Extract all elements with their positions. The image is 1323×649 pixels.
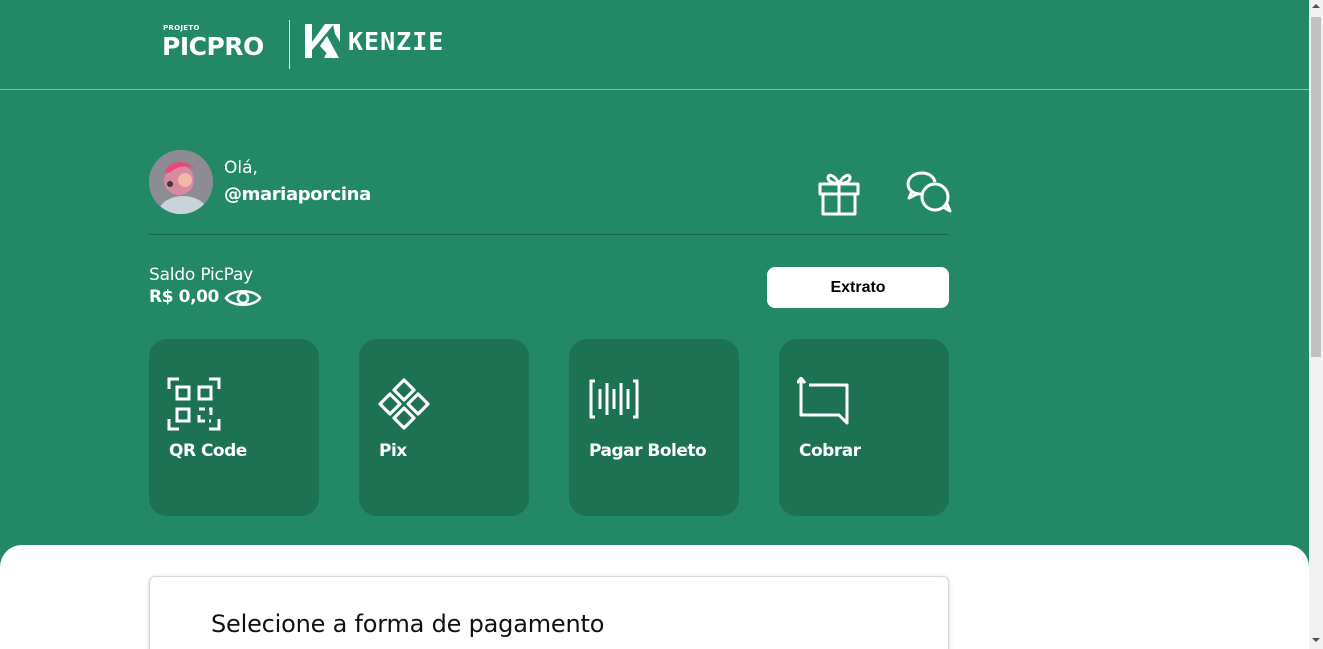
page: PROJETO PICPRO KENZIE Olá, @mariaporcina (0, 0, 1309, 649)
action-card-qr-code[interactable]: QR Code (149, 339, 319, 516)
user-divider (149, 234, 949, 235)
picpro-logo[interactable]: PROJETO PICPRO (162, 24, 278, 62)
barcode-icon (589, 379, 639, 419)
gift-button[interactable] (816, 169, 862, 217)
action-label: QR Code (169, 441, 247, 461)
logo-divider (289, 20, 290, 69)
payment-method-title: Selecione a forma de pagamento (211, 610, 605, 638)
scrollbar[interactable] (1309, 0, 1323, 649)
chat-icon (906, 171, 952, 213)
toggle-balance-button[interactable] (224, 286, 262, 310)
avatar[interactable] (149, 150, 213, 214)
charge-icon (797, 377, 849, 425)
kenzie-logo-text: KENZIE (348, 27, 445, 56)
header: PROJETO PICPRO KENZIE (0, 0, 1309, 90)
payment-method-card: Selecione a forma de pagamento (149, 576, 949, 649)
logo-picpro-text: PICPRO (162, 32, 264, 61)
gift-icon (818, 173, 860, 216)
pix-icon (378, 378, 430, 430)
logo-projeto-text: PROJETO (163, 24, 200, 32)
scroll-down-icon[interactable] (1312, 637, 1320, 643)
kenzie-logo[interactable]: KENZIE (303, 22, 453, 62)
action-card-pix[interactable]: Pix (359, 339, 529, 516)
kenzie-mark-icon (305, 24, 340, 58)
greeting: Olá, (224, 158, 258, 178)
qr-code-icon (167, 377, 221, 431)
balance-label: Saldo PicPay (149, 265, 254, 285)
chat-button[interactable] (906, 170, 952, 214)
action-label: Pagar Boleto (589, 441, 707, 461)
username: @mariaporcina (224, 184, 371, 205)
extrato-button[interactable]: Extrato (767, 267, 949, 308)
scroll-up-icon[interactable] (1312, 3, 1320, 9)
avatar-image (149, 150, 213, 214)
action-label: Cobrar (799, 441, 861, 461)
action-card-pagar-boleto[interactable]: Pagar Boleto (569, 339, 739, 516)
action-label: Pix (379, 441, 407, 461)
balance-value: R$ 0,00 (149, 287, 219, 307)
eye-icon (224, 289, 262, 307)
scroll-thumb[interactable] (1311, 17, 1321, 357)
action-card-cobrar[interactable]: Cobrar (779, 339, 949, 516)
